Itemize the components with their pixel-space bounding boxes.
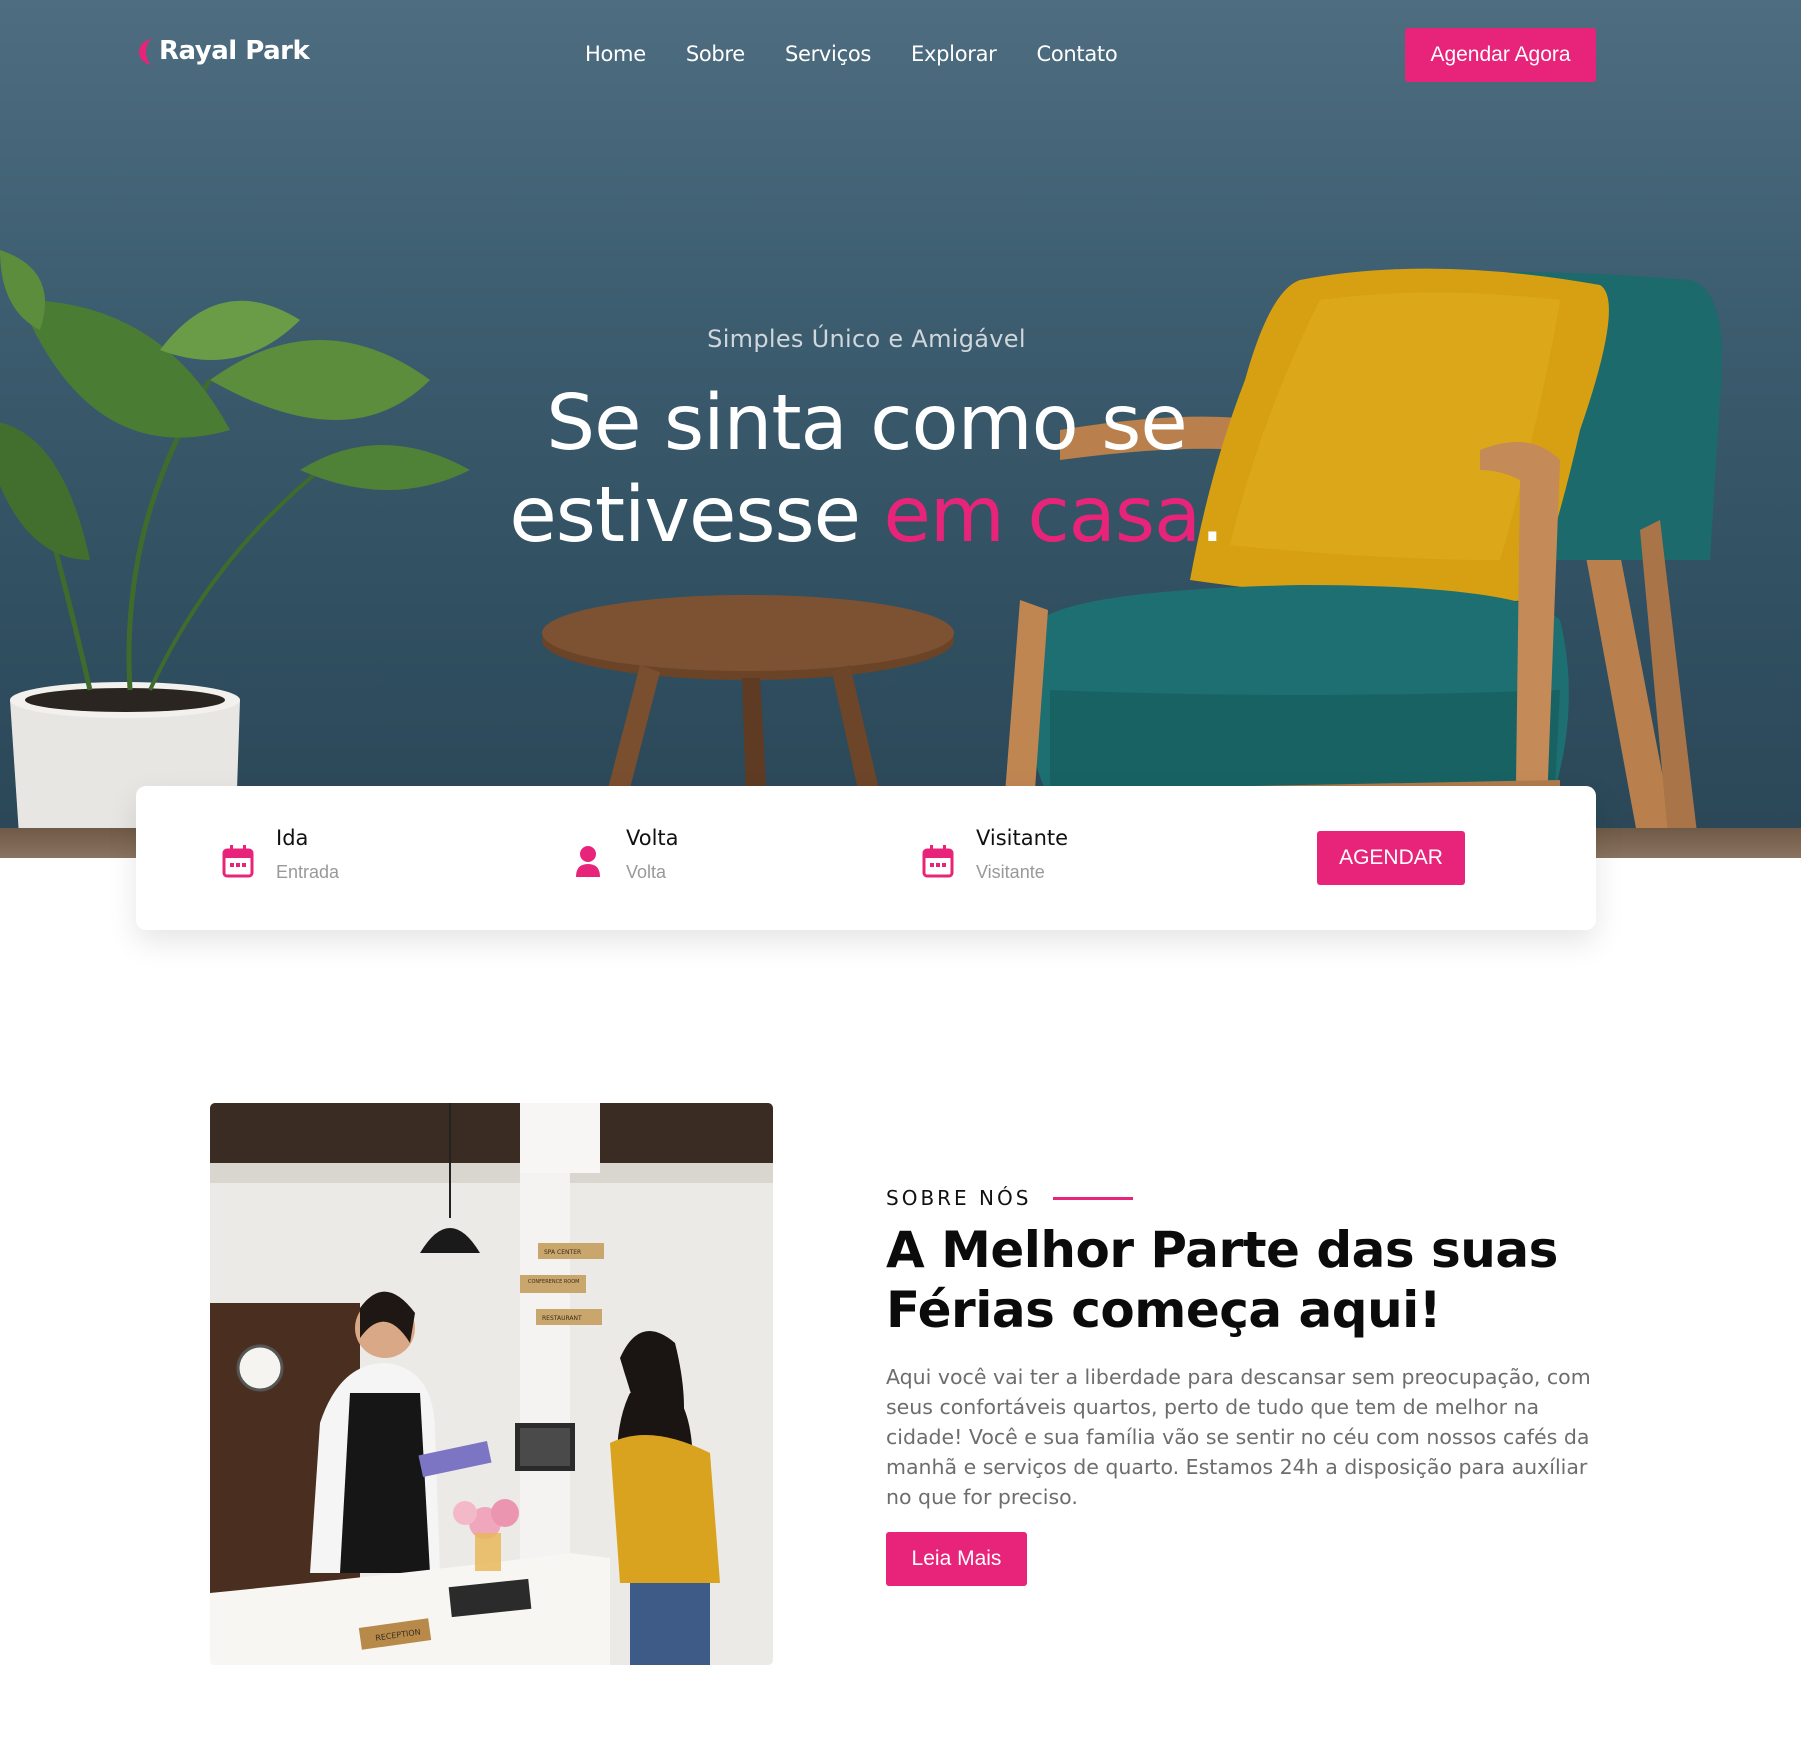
- booking-field-visitante: Visitante: [922, 826, 1176, 883]
- about-text: Aqui você vai ter a liberdade para desca…: [886, 1365, 1591, 1509]
- main-nav: Home Sobre Serviços Explorar Contato: [585, 42, 1118, 66]
- about-title: A Melhor Parte das suas Férias começa aq…: [886, 1221, 1558, 1339]
- agendar-button[interactable]: AGENDAR: [1317, 831, 1465, 885]
- calendar-icon: [922, 845, 954, 878]
- nav-contato[interactable]: Contato: [1036, 42, 1117, 66]
- hero-kicker: Simples Único e Amigável: [707, 325, 1026, 353]
- calendar-icon: [222, 845, 254, 878]
- about-kicker-text: SOBRE NÓS: [886, 1186, 1032, 1210]
- visitante-label: Visitante: [976, 826, 1069, 850]
- sign-conference-room: CONFERENCE ROOM: [528, 1279, 579, 1285]
- ida-input[interactable]: [276, 862, 476, 883]
- ida-label: Ida: [276, 826, 309, 850]
- hero-title: Se sinta como se estivesse em casa.: [380, 378, 1353, 562]
- hero-section: Rayal Park Home Sobre Serviços Explorar …: [0, 0, 1801, 858]
- booking-field-volta: Volta: [572, 826, 826, 883]
- hero-title-period: .: [1200, 471, 1225, 560]
- agendar-agora-button[interactable]: Agendar Agora: [1405, 28, 1596, 82]
- logo[interactable]: Rayal Park: [137, 36, 310, 66]
- sign-spa-center: SPA CENTER: [544, 1249, 581, 1256]
- reception-illustration: SPA CENTER CONFERENCE ROOM RESTAURANT RE…: [210, 1103, 773, 1665]
- about-kicker: SOBRE NÓS: [886, 1186, 1134, 1210]
- nav-home[interactable]: Home: [585, 42, 646, 66]
- leia-mais-button[interactable]: Leia Mais: [886, 1532, 1027, 1586]
- hero-title-line1: Se sinta como se: [546, 379, 1187, 468]
- volta-input[interactable]: [626, 862, 826, 883]
- nav-sobre[interactable]: Sobre: [686, 42, 745, 66]
- sign-restaurant: RESTAURANT: [542, 1315, 582, 1322]
- crescent-moon-icon: [137, 36, 157, 66]
- user-icon: [576, 846, 600, 877]
- hero-title-line2: estivesse: [509, 471, 884, 560]
- hero-title-accent: em casa: [883, 471, 1201, 560]
- logo-text: Rayal Park: [159, 36, 310, 66]
- reception-photo: SPA CENTER CONFERENCE ROOM RESTAURANT RE…: [210, 1103, 773, 1665]
- nav-servicos[interactable]: Serviços: [785, 42, 871, 66]
- nav-explorar[interactable]: Explorar: [911, 42, 997, 66]
- kicker-divider: [1053, 1196, 1134, 1200]
- booking-form: Ida Volta Visitante AGENDAR: [136, 786, 1596, 930]
- volta-label: Volta: [626, 826, 679, 850]
- booking-field-ida: Ida: [222, 826, 476, 883]
- visitante-input[interactable]: [976, 862, 1176, 883]
